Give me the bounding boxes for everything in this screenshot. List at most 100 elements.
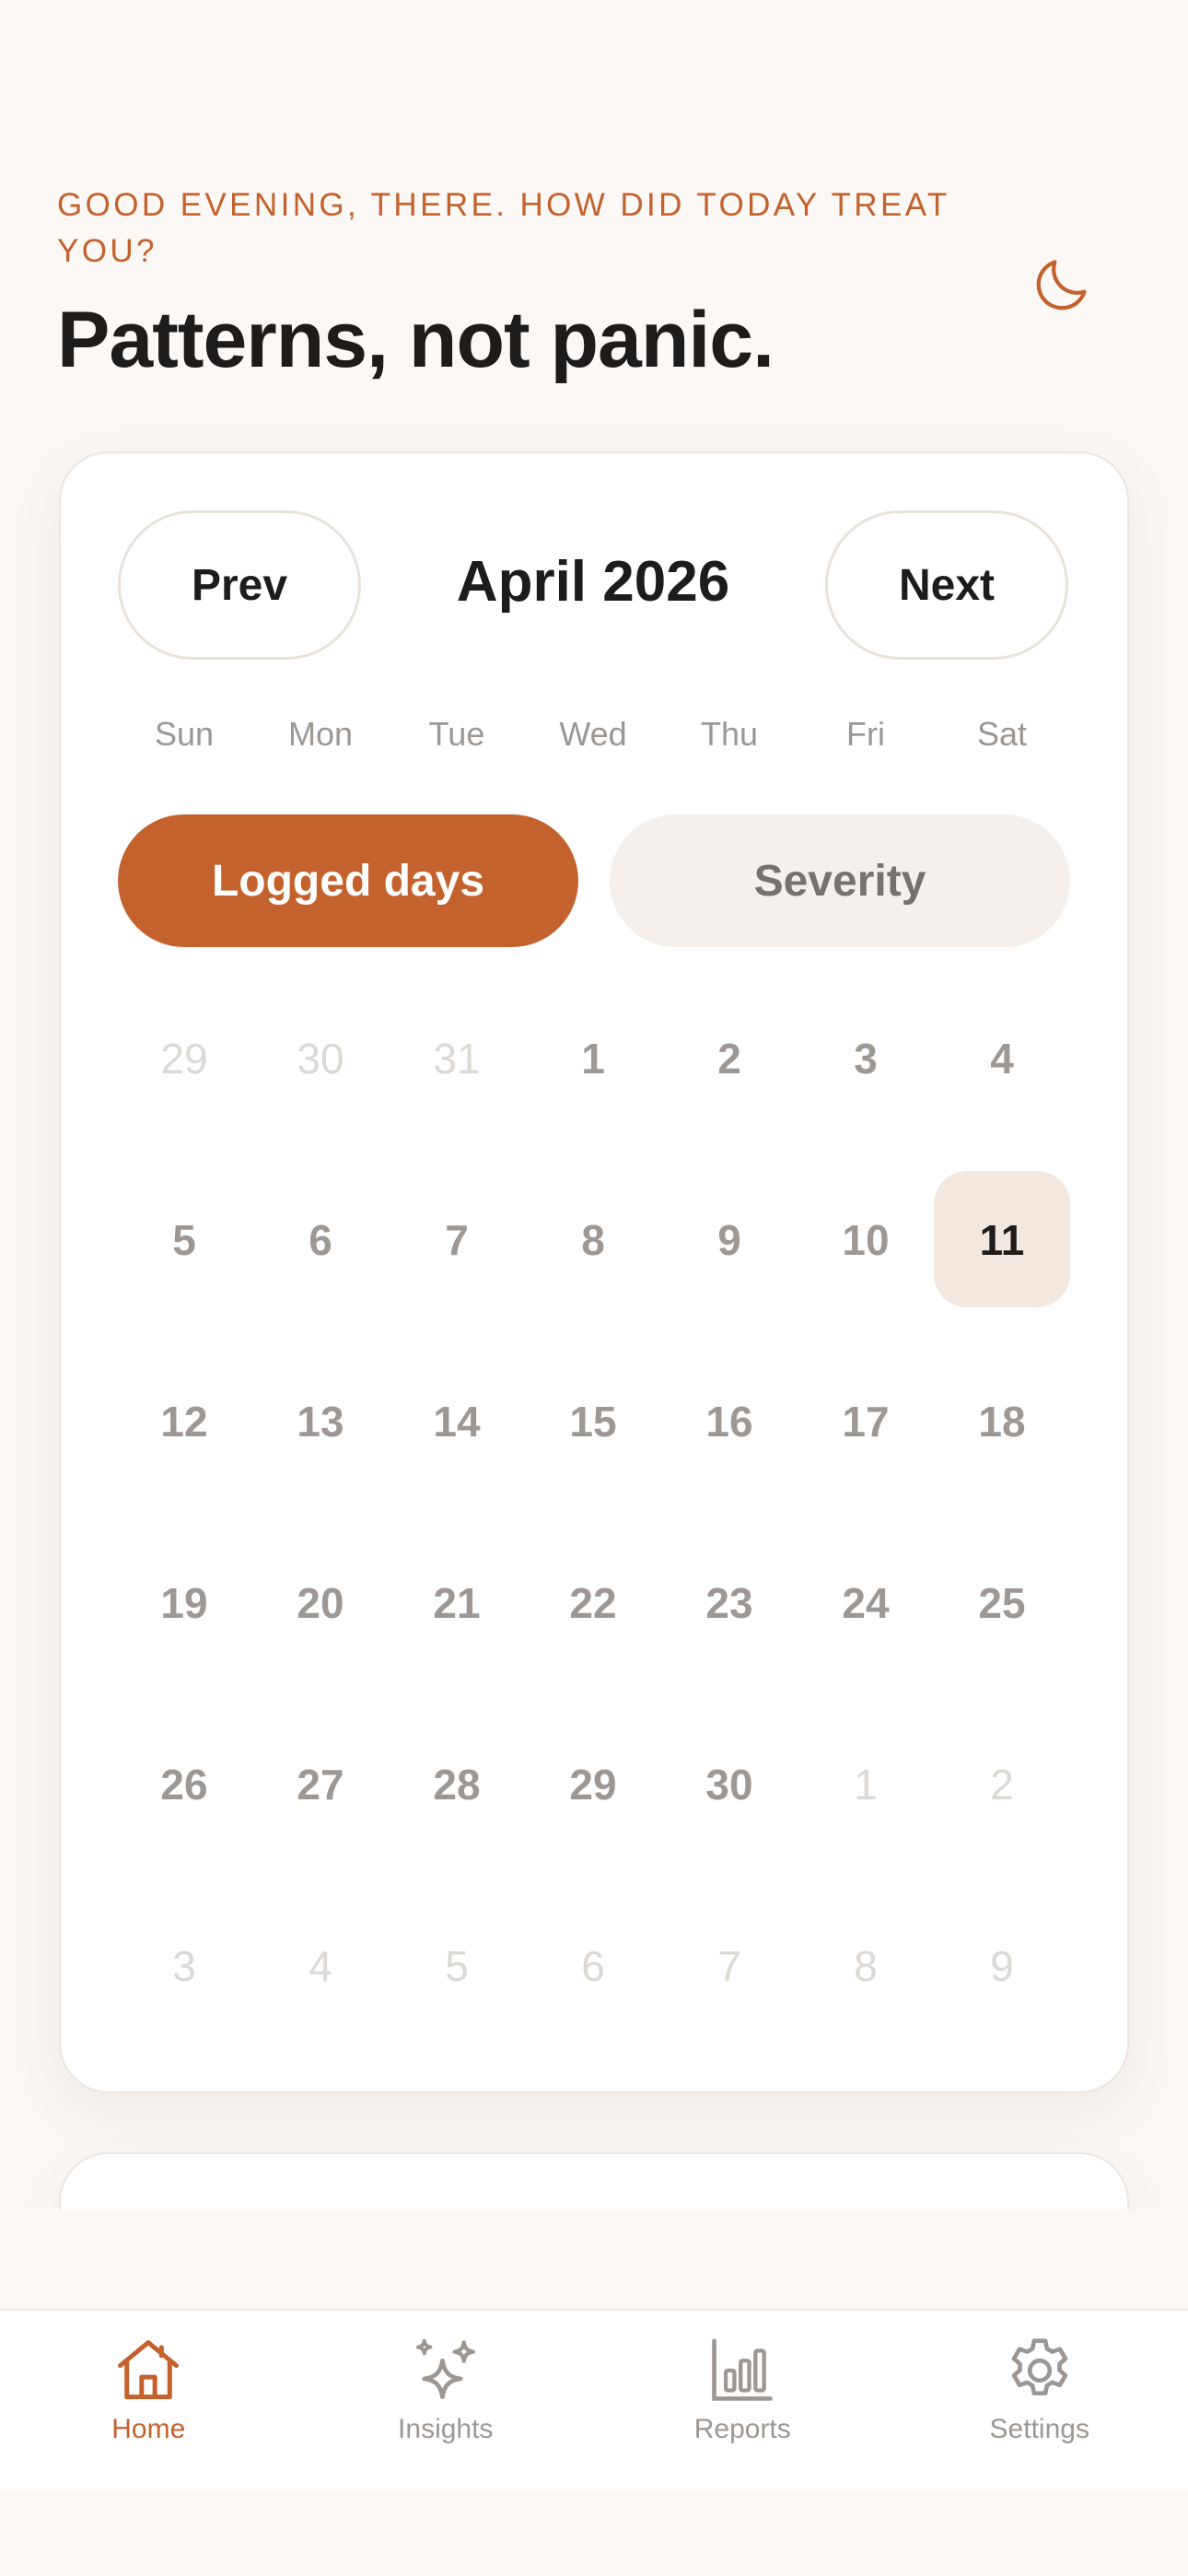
weekday-fri: Fri [846,715,885,753]
theme-toggle-button[interactable] [1024,249,1098,322]
calendar-day[interactable]: 29 [116,967,252,1149]
calendar-day-number: 7 [445,1215,469,1264]
calendar-day[interactable]: 4 [252,1875,389,2056]
tab-bar: Home Insights Reports Settings [0,2309,1188,2489]
calendar-day[interactable]: 15 [525,1330,661,1512]
calendar-day-number: 6 [309,1215,332,1264]
calendar-day-number: 27 [297,1760,344,1809]
calendar-day-number: 29 [569,1760,617,1809]
calendar-day-number: 6 [581,1941,605,1990]
calendar-day-number: 25 [978,1578,1026,1627]
calendar-day-number: 24 [842,1578,890,1627]
calendar-day[interactable]: 7 [389,1149,525,1330]
calendar-day[interactable]: 3 [798,967,934,1149]
calendar-day-number: 18 [978,1397,1026,1446]
calendar-day[interactable]: 24 [798,1512,934,1693]
calendar-day[interactable]: 12 [116,1330,252,1512]
calendar-day-number: 21 [433,1578,481,1627]
calendar-day-number: 14 [433,1397,481,1446]
calendar-day[interactable]: 3 [116,1875,252,2056]
calendar-day[interactable]: 17 [798,1330,934,1512]
calendar-day[interactable]: 16 [661,1330,798,1512]
tab-home[interactable]: Home [0,2311,297,2489]
tab-reports[interactable]: Reports [594,2311,891,2489]
calendar-day-number: 8 [854,1941,878,1990]
calendar-day[interactable]: 22 [525,1512,661,1693]
calendar-day-grid: 29 30 31 1 2 3 4 5 6 7 8 9 10 11 12 13 14 15 16 17 18 19 20 21 2… [116,967,1070,2056]
calendar-day[interactable]: 7 [661,1875,798,2056]
calendar-day[interactable]: 18 [934,1330,1070,1512]
calendar-day-number: 5 [172,1215,196,1264]
weekday-mon: Mon [287,715,354,753]
calendar-day-number: 4 [990,1034,1014,1083]
weekday-sat: Sat [976,715,1028,753]
calendar-day-number: 19 [160,1578,208,1627]
calendar-day-number: 29 [160,1034,208,1083]
calendar-day[interactable]: 10 [798,1149,934,1330]
calendar-day-number: 26 [160,1760,208,1809]
calendar-day-number: 7 [717,1941,741,1990]
weekday-header: Sun Mon Tue Wed Thu Fri Sat [116,715,1070,754]
calendar-day-number: 4 [309,1941,332,1990]
calendar-day[interactable]: 8 [525,1149,661,1330]
calendar-day-number: 9 [990,1941,1014,1990]
bar-chart-icon [712,2338,774,2401]
calendar-day-number: 1 [581,1034,605,1083]
calendar-day[interactable]: 8 [798,1875,934,2056]
app-root: GOOD EVENING, THERE. HOW DID TODAY TREAT… [0,0,1188,2576]
calendar-day[interactable]: 2 [934,1693,1070,1875]
calendar-day-number: 30 [297,1034,344,1083]
calendar-day[interactable]: 5 [389,1875,525,2056]
calendar-day-number: 11 [979,1215,1025,1264]
calendar-day-number: 16 [705,1397,753,1446]
calendar-day-number: 2 [717,1034,741,1083]
calendar-day[interactable]: 27 [252,1693,389,1875]
calendar-day[interactable]: 28 [389,1693,525,1875]
tab-settings[interactable]: Settings [891,2311,1188,2489]
calendar-day-number: 12 [160,1397,208,1446]
page-title: Patterns, not panic. [57,296,775,384]
calendar-day[interactable]: 25 [934,1512,1070,1693]
calendar-day[interactable]: 9 [661,1149,798,1330]
calendar-day[interactable]: 13 [252,1330,389,1512]
calendar-day-number: 1 [854,1760,878,1809]
month-title: April 2026 [456,550,730,614]
calendar-day[interactable]: 30 [252,967,389,1149]
next-month-button[interactable]: Next [825,510,1068,660]
greeting-text: GOOD EVENING, THERE. HOW DID TODAY TREAT… [57,187,950,269]
calendar-day[interactable]: 20 [252,1512,389,1693]
calendar-day[interactable]: 19 [116,1512,252,1693]
calendar-day-number: 3 [854,1034,878,1083]
gear-icon [1011,2338,1068,2396]
calendar-day[interactable]: 14 [389,1330,525,1512]
tab-settings-label: Settings [989,2414,1089,2444]
calendar-day[interactable]: 6 [252,1149,389,1330]
calendar-day-number: 20 [297,1578,344,1627]
calendar-day[interactable]: 21 [389,1512,525,1693]
home-icon [118,2340,180,2400]
tab-insights[interactable]: Insights [297,2311,595,2489]
calendar-day[interactable]: 30 [661,1693,798,1875]
logged-days-toggle[interactable]: Logged days [118,814,578,947]
moon-icon [1036,260,1087,310]
calendar-day[interactable]: 23 [661,1512,798,1693]
calendar-day[interactable]: 31 [389,967,525,1149]
calendar-day-number: 17 [842,1397,890,1446]
severity-toggle[interactable]: Severity [610,814,1070,947]
calendar-day[interactable]: 26 [116,1693,252,1875]
weekday-sun: Sun [154,715,215,753]
calendar-day[interactable]: 29 [525,1693,661,1875]
calendar-day[interactable]: 2 [661,967,798,1149]
weekday-thu: Thu [700,715,759,753]
calendar-day[interactable]: 6 [525,1875,661,2056]
calendar-day[interactable]: 1 [525,967,661,1149]
calendar-day-number: 3 [172,1941,196,1990]
calendar-day-number: 30 [705,1760,753,1809]
calendar-day[interactable]: 11 [934,1149,1070,1330]
calendar-day[interactable]: 5 [116,1149,252,1330]
calendar-day[interactable]: 1 [798,1693,934,1875]
calendar-day[interactable]: 4 [934,967,1070,1149]
calendar-day-number: 10 [842,1215,890,1264]
calendar-day[interactable]: 9 [934,1875,1070,2056]
prev-month-button[interactable]: Prev [118,510,361,660]
